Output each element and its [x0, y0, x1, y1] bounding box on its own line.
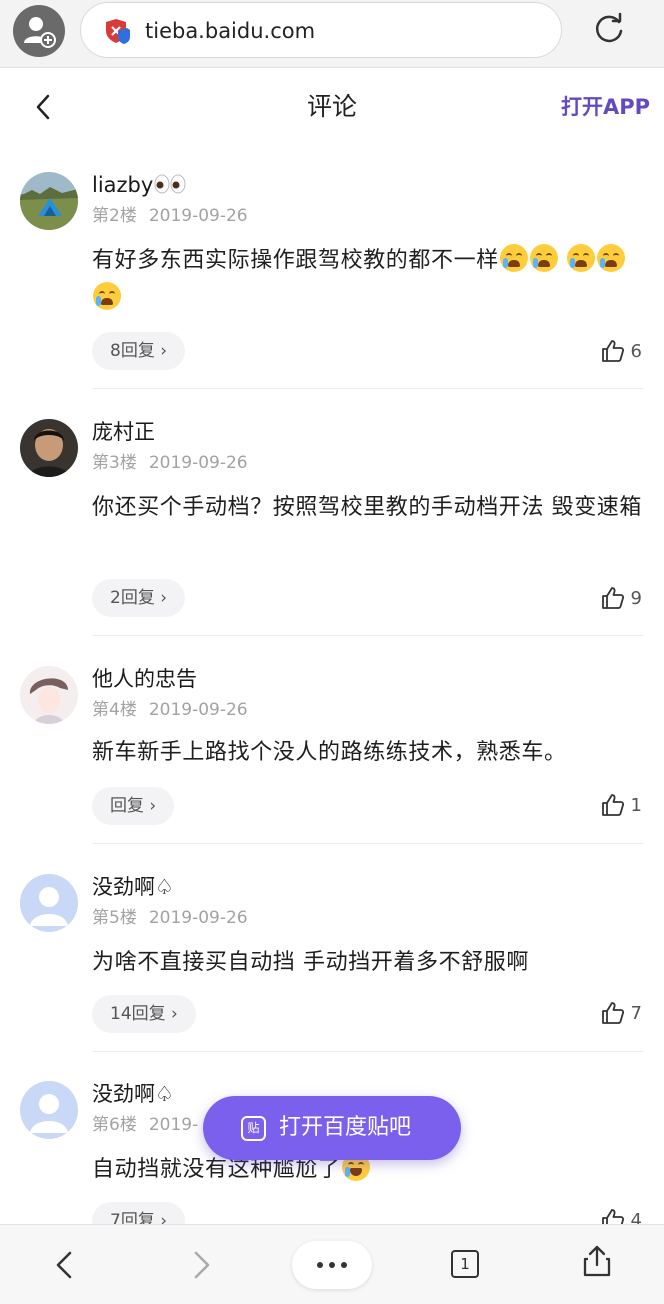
comment-meta: 第5楼 2019-09-26: [92, 906, 248, 930]
like-button[interactable]: 7: [601, 998, 642, 1028]
share-icon[interactable]: [579, 1243, 615, 1279]
like-button[interactable]: 9: [601, 583, 642, 613]
comment-text-content: 有好多东西实际操作跟驾校教的都不一样: [92, 248, 499, 273]
security-shield-icon: [106, 19, 130, 44]
more-button[interactable]: [292, 1241, 372, 1289]
like-button[interactable]: 6: [601, 336, 642, 366]
floor-label: 第6楼: [92, 1115, 137, 1135]
replies-button[interactable]: 8回复 ›: [92, 332, 186, 370]
avatar[interactable]: [20, 666, 78, 724]
eyes-emoji-icon: [154, 174, 186, 194]
comment-date: 2019-09-26: [148, 700, 248, 720]
thumbs-up-icon: [601, 587, 624, 609]
thumbs-up-icon: [601, 340, 624, 362]
crying-emoji-icon: [597, 244, 626, 272]
username[interactable]: liazby: [92, 170, 187, 200]
comment-text: 新车新手上路找个没人的路练练技术，熟悉车。: [92, 740, 567, 765]
open-tieba-label: 打开百度贴吧: [279, 1115, 412, 1140]
replies-button[interactable]: 回复 ›: [92, 787, 175, 825]
tabs-icon[interactable]: 1: [451, 1250, 479, 1278]
open-app-link[interactable]: 打开APP: [561, 90, 650, 124]
comment-date: 2019-09-26: [148, 453, 248, 473]
url-text: tieba.baidu.com: [145, 19, 316, 43]
crying-emoji-icon: [529, 244, 558, 272]
like-count: 6: [630, 340, 642, 362]
replies-button[interactable]: 14回复 ›: [92, 995, 196, 1033]
username-text: liazby: [92, 173, 154, 197]
comment-date: 2019-09-26: [148, 206, 248, 226]
like-count: 7: [630, 1002, 642, 1024]
floor-label: 第5楼: [92, 908, 137, 928]
divider: [92, 635, 644, 636]
username[interactable]: 没劲啊♤: [92, 872, 174, 902]
comment-meta: 第4楼 2019-09-26: [92, 698, 248, 722]
like-count: 1: [630, 794, 642, 816]
like-button[interactable]: 1: [601, 790, 642, 820]
nav-back-icon[interactable]: [48, 1247, 84, 1283]
profile-icon[interactable]: [13, 5, 65, 57]
nav-forward-icon[interactable]: [182, 1247, 218, 1283]
username[interactable]: 没劲啊♤: [92, 1079, 174, 1109]
like-count: 9: [630, 587, 642, 609]
comment-date: 2019-09-26: [148, 908, 248, 928]
comment-meta: 第6楼 2019-: [92, 1113, 198, 1137]
username[interactable]: 庞村正: [92, 417, 155, 447]
comment-date: 2019-: [148, 1115, 199, 1135]
comment-text: 你还买个手动档？按照驾校里教的手动档开法 毁变速箱: [92, 495, 642, 520]
thumbs-up-icon: [601, 1002, 624, 1024]
crying-emoji-icon: [93, 282, 121, 310]
avatar[interactable]: [20, 172, 78, 230]
avatar[interactable]: [20, 419, 78, 477]
avatar[interactable]: [20, 1081, 78, 1139]
crying-emoji-icon: [499, 244, 528, 272]
crying-emoji-icon: [567, 244, 596, 272]
floor-label: 第2楼: [92, 206, 137, 226]
reload-icon[interactable]: [590, 10, 628, 48]
username[interactable]: 他人的忠告: [92, 664, 197, 694]
divider: [92, 1051, 644, 1052]
more-icon: [317, 1262, 347, 1268]
comment-meta: 第3楼 2019-09-26: [92, 451, 248, 475]
page-header: 评论 打开APP: [0, 68, 664, 146]
floor-label: 第4楼: [92, 700, 137, 720]
divider: [92, 388, 644, 389]
comment-text-content: 自动挡就没有这种尴尬了: [92, 1157, 341, 1182]
thumbs-up-icon: [601, 794, 624, 816]
floor-label: 第3楼: [92, 453, 137, 473]
comment-meta: 第2楼 2019-09-26: [92, 204, 248, 228]
comment-text: 有好多东西实际操作跟驾校教的都不一样: [92, 242, 644, 318]
open-tieba-button[interactable]: 贴 打开百度贴吧: [203, 1096, 461, 1160]
address-field[interactable]: tieba.baidu.com: [80, 2, 562, 58]
replies-button[interactable]: 2回复 ›: [92, 579, 186, 617]
divider: [92, 843, 644, 844]
comment-text: 为啥不直接买自动挡 手动挡开着多不舒服啊: [92, 950, 529, 975]
tieba-icon: 贴: [241, 1116, 266, 1141]
browser-url-bar: tieba.baidu.com: [0, 0, 664, 68]
browser-toolbar: 1: [0, 1224, 664, 1304]
avatar[interactable]: [20, 874, 78, 932]
